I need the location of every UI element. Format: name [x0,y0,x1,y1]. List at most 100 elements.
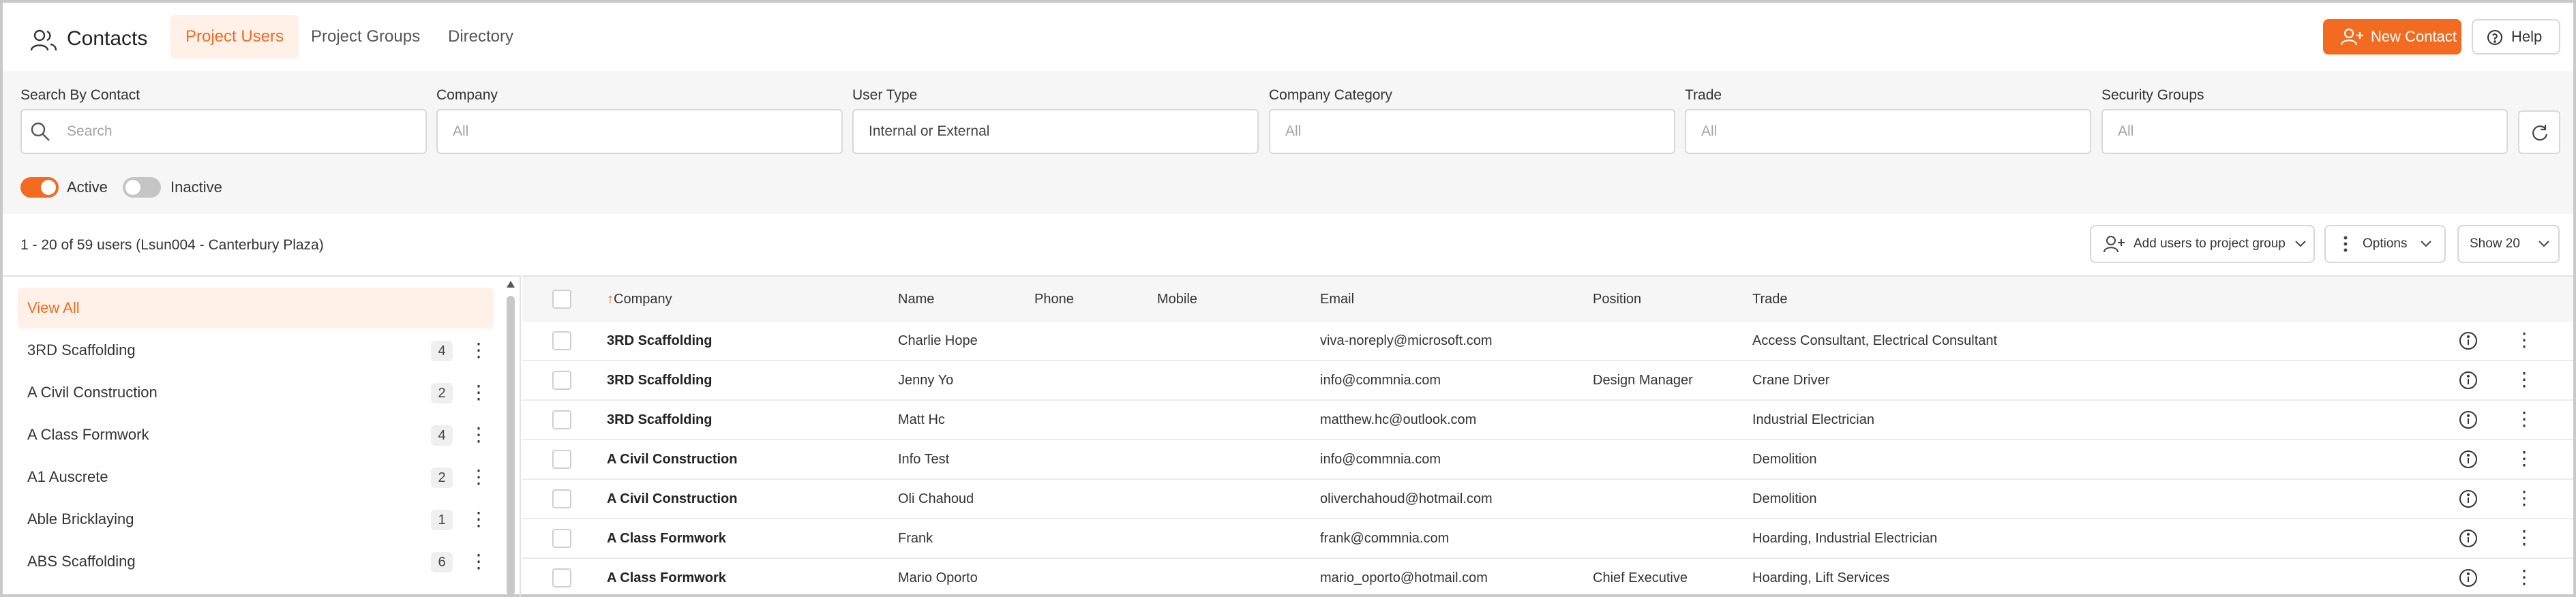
user-type-select[interactable]: Internal or External [852,109,1259,154]
new-contact-button[interactable]: New Contact [2323,19,2461,55]
search-label: Search By Contact [20,87,140,103]
select-all-checkbox[interactable] [552,290,571,309]
row-checkbox[interactable] [552,331,571,350]
column-header-email[interactable]: Email [1320,292,1354,307]
add-users-to-group-button[interactable]: Add users to project group [2090,225,2315,263]
table-row[interactable]: 3RD Scaffolding Matt Hc matthew.hc@outlook… [522,401,2573,440]
company-select[interactable]: All [436,109,843,154]
company-cell: A Civil Construction [607,491,738,506]
row-kebab-icon[interactable]: ⋮ [2515,526,2534,549]
options-button[interactable]: Options [2324,225,2446,263]
row-kebab-icon[interactable]: ⋮ [2515,447,2534,470]
reset-filters-button[interactable] [2518,110,2560,154]
row-checkbox[interactable] [552,489,571,508]
table-header [522,277,2573,322]
kebab-icon[interactable]: ⋮ [469,330,488,371]
app-header: Contacts Project Users Project Groups Di… [3,3,2573,71]
email-cell: mario_oporto@hotmail.com [1320,570,1488,585]
table-row[interactable]: A Civil Construction Oli Chahoud olivercha… [522,480,2573,519]
results-summary: 1 - 20 of 59 users (Lsun004 - Canterbury… [20,237,324,253]
tab-project-groups[interactable]: Project Groups [296,15,435,59]
column-header-mobile[interactable]: Mobile [1157,292,1197,307]
info-icon[interactable] [2459,331,2478,354]
company-select-value: All [453,123,469,139]
name-cell: Info Test [898,452,950,467]
company-category-select[interactable]: All [1269,109,1675,154]
company-cell: A Class Formwork [607,531,726,546]
chevron-down-icon [2295,241,2306,247]
column-header-trade[interactable]: Trade [1752,292,1788,307]
kebab-icon[interactable]: ⋮ [469,372,488,413]
info-icon[interactable] [2459,529,2478,551]
info-icon[interactable] [2459,489,2478,512]
active-toggle[interactable] [20,177,59,198]
table-row[interactable]: 3RD Scaffolding Jenny Yo info@commnia.com D… [522,361,2573,401]
help-button[interactable]: Help [2472,19,2560,55]
toggle-knob [41,180,56,195]
company-cell: 3RD Scaffolding [607,412,713,427]
company-category-filter-label: Company Category [1269,87,1392,103]
sort-ascending-icon: ↑ [607,292,614,307]
inactive-toggle-label: Inactive [170,179,222,196]
list-item-label: ABS Scaffolding [27,553,136,570]
row-checkbox[interactable] [552,410,571,429]
trade-cell: Access Consultant, Electrical Consultant [1752,333,1998,348]
company-list-item-view-all[interactable]: View All [18,288,494,328]
kebab-icon[interactable]: ⋮ [469,541,488,582]
security-groups-select-value: All [2118,123,2134,139]
row-checkbox[interactable] [552,371,571,390]
scroll-up-icon[interactable] [507,281,515,288]
kebab-icon[interactable]: ⋮ [469,499,488,540]
info-icon[interactable] [2459,450,2478,472]
company-list-item[interactable]: Able Bricklaying 1 ⋮ [18,499,494,540]
user-type-select-value: Internal or External [869,123,990,139]
tab-directory[interactable]: Directory [433,15,528,59]
table-row[interactable]: 3RD Scaffolding Charlie Hope viva-noreply@… [522,322,2573,361]
row-kebab-icon[interactable]: ⋮ [2515,487,2534,509]
row-kebab-icon[interactable]: ⋮ [2515,368,2534,391]
trade-select[interactable]: All [1685,109,2091,154]
position-cell: Design Manager [1593,373,1693,388]
name-cell: Oli Chahoud [898,491,974,506]
tab-label: Project Groups [311,27,421,46]
page-size-select[interactable]: Show 20 [2457,225,2560,263]
list-item-label: View All [27,299,80,316]
info-icon[interactable] [2459,568,2478,591]
company-list-item[interactable]: A Civil Construction 2 ⋮ [18,372,494,413]
column-header-position[interactable]: Position [1593,292,1641,307]
company-list-item[interactable]: A Class Formwork 4 ⋮ [18,414,494,455]
tab-project-users[interactable]: Project Users [170,15,299,59]
info-icon[interactable] [2459,371,2478,393]
row-checkbox[interactable] [552,568,571,587]
kebab-icon[interactable]: ⋮ [469,414,488,455]
company-list-scrollbar[interactable] [505,278,517,597]
email-cell: matthew.hc@outlook.com [1320,412,1477,427]
row-kebab-icon[interactable]: ⋮ [2515,408,2534,430]
table-row[interactable]: A Class Formwork Mario Oporto mario_oporto… [522,559,2573,597]
email-cell: frank@commnia.com [1320,531,1450,546]
table-row[interactable]: A Civil Construction Info Test info@commni… [522,440,2573,480]
company-list-item[interactable]: 3RD Scaffolding 4 ⋮ [18,330,494,371]
column-header-name[interactable]: Name [898,292,934,307]
column-header-phone[interactable]: Phone [1034,292,1074,307]
row-checkbox[interactable] [552,529,571,548]
row-kebab-icon[interactable]: ⋮ [2515,328,2534,351]
info-icon[interactable] [2459,410,2478,433]
inactive-toggle[interactable] [123,177,161,198]
kebab-icon[interactable]: ⋮ [469,457,488,497]
email-cell: viva-noreply@microsoft.com [1320,333,1493,348]
scrollbar-thumb[interactable] [507,296,515,596]
search-input[interactable]: Search [20,109,427,154]
add-user-icon [2103,236,2125,253]
table-row[interactable]: A Class Formwork Frank frank@commnia.com Ho… [522,519,2573,559]
column-header-company[interactable]: ↑Company [607,292,672,307]
page-size-label: Show 20 [2470,236,2520,251]
row-kebab-icon[interactable]: ⋮ [2515,566,2534,588]
list-item-label: A Class Formwork [27,426,149,443]
company-list-item[interactable]: ABS Scaffolding 6 ⋮ [18,541,494,582]
security-groups-select[interactable]: All [2101,109,2508,154]
name-cell: Matt Hc [898,412,945,427]
row-checkbox[interactable] [552,450,571,469]
company-category-select-value: All [1285,123,1302,139]
company-list-item[interactable]: A1 Auscrete 2 ⋮ [18,457,494,497]
